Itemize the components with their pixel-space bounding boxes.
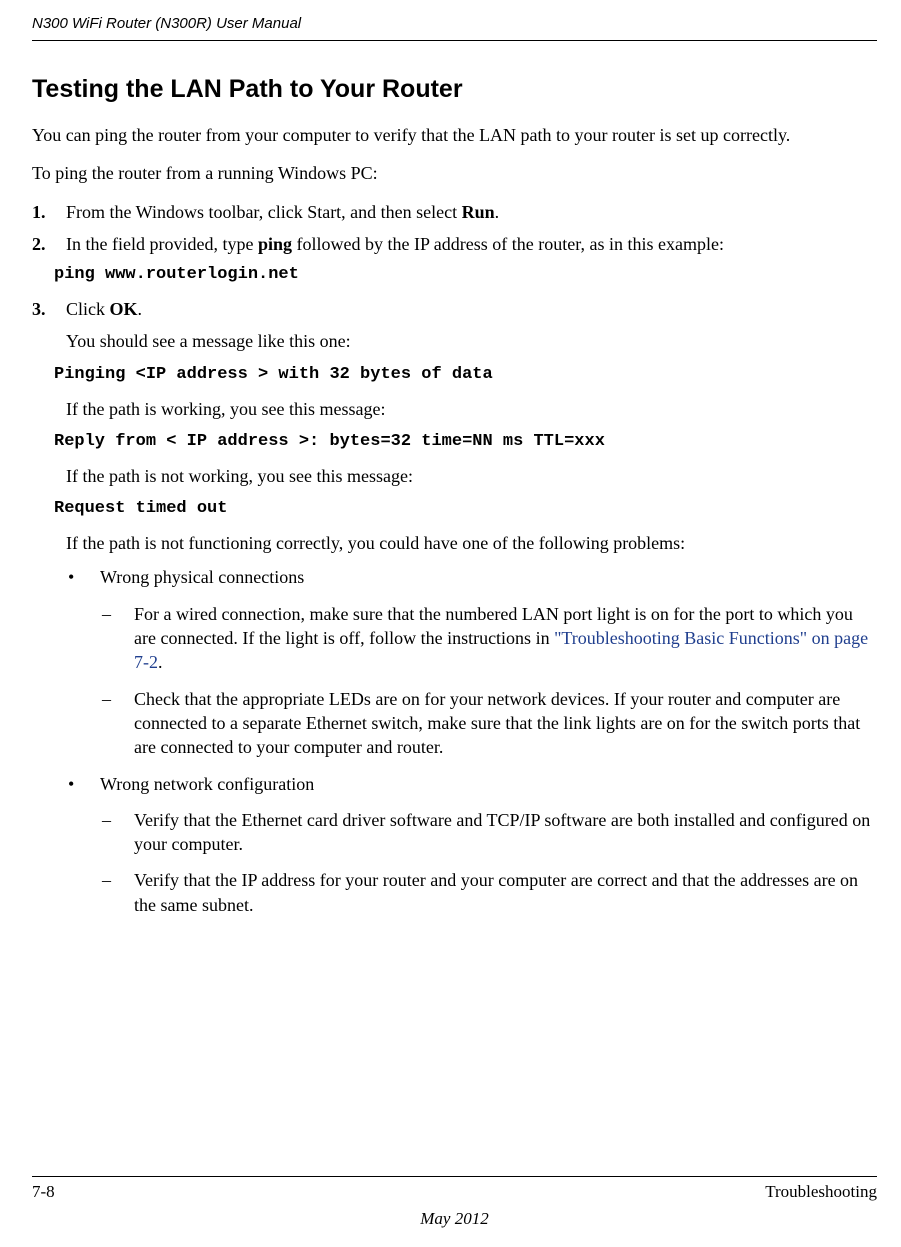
bullet-network: • Wrong network configuration: [66, 772, 877, 796]
step-2-text-post: followed by the IP address of the router…: [292, 234, 724, 254]
bullet-marker: •: [66, 772, 100, 796]
step-3-text-post: .: [138, 299, 143, 319]
step-3-text-pre: Click: [66, 299, 110, 319]
step-3-content: Click OK.: [66, 297, 877, 321]
footer-section-label: Troubleshooting: [765, 1181, 877, 1204]
bullet-marker: •: [66, 565, 100, 589]
step-2-bold: ping: [258, 234, 292, 254]
step-2-content: In the field provided, type ping followe…: [66, 232, 877, 256]
bullet-physical-label: Wrong physical connections: [100, 565, 877, 589]
result-line-1: You should see a message like this one:: [66, 329, 877, 353]
step-1-marker: 1.: [32, 200, 66, 224]
step-1-content: From the Windows toolbar, click Start, a…: [66, 200, 877, 224]
bullet-network-label: Wrong network configuration: [100, 772, 877, 796]
step-1: 1. From the Windows toolbar, click Start…: [32, 200, 877, 224]
result-line-4: If the path is not functioning correctly…: [66, 531, 877, 555]
section-heading: Testing the LAN Path to Your Router: [32, 73, 877, 107]
dash-marker: –: [100, 868, 134, 917]
step-2-text-pre: In the field provided, type: [66, 234, 258, 254]
dash-marker: –: [100, 687, 134, 760]
dash-network-1: – Verify that the Ethernet card driver s…: [100, 808, 877, 857]
lead-paragraph: To ping the router from a running Window…: [32, 161, 877, 185]
page-footer: 7-8 Troubleshooting May 2012: [32, 1176, 877, 1231]
dash-physical-1-post: .: [158, 652, 163, 672]
step-1-text-pre: From the Windows toolbar, click Start, a…: [66, 202, 462, 222]
dash-network-2: – Verify that the IP address for your ro…: [100, 868, 877, 917]
dash-network-2-content: Verify that the IP address for your rout…: [134, 868, 877, 917]
step-3-details: You should see a message like this one: …: [66, 329, 877, 917]
footer-date: May 2012: [32, 1208, 877, 1231]
dash-physical-2: – Check that the appropriate LEDs are on…: [100, 687, 877, 760]
step-2-marker: 2.: [32, 232, 66, 256]
step-1-text-post: .: [495, 202, 500, 222]
document-header: N300 WiFi Router (N300R) User Manual: [32, 14, 877, 41]
page-number: 7-8: [32, 1181, 55, 1204]
dash-marker: –: [100, 602, 134, 675]
step-3-marker: 3.: [32, 297, 66, 321]
dash-network-1-content: Verify that the Ethernet card driver sof…: [134, 808, 877, 857]
result-code-1: Pinging <IP address > with 32 bytes of d…: [54, 364, 877, 387]
dash-physical-2-content: Check that the appropriate LEDs are on f…: [134, 687, 877, 760]
result-line-2: If the path is working, you see this mes…: [66, 397, 877, 421]
result-line-3: If the path is not working, you see this…: [66, 464, 877, 488]
intro-paragraph: You can ping the router from your comput…: [32, 123, 877, 147]
result-code-2: Reply from < IP address >: bytes=32 time…: [54, 431, 877, 454]
step-3: 3. Click OK.: [32, 297, 877, 321]
dash-physical-1-content: For a wired connection, make sure that t…: [134, 602, 877, 675]
step-3-bold: OK: [110, 299, 138, 319]
bullet-physical: • Wrong physical connections: [66, 565, 877, 589]
step-2-code: ping www.routerlogin.net: [54, 264, 877, 287]
step-1-bold: Run: [462, 202, 495, 222]
dash-physical-1: – For a wired connection, make sure that…: [100, 602, 877, 675]
result-code-3: Request timed out: [54, 498, 877, 521]
step-2: 2. In the field provided, type ping foll…: [32, 232, 877, 256]
footer-rule: [32, 1176, 877, 1177]
dash-marker: –: [100, 808, 134, 857]
